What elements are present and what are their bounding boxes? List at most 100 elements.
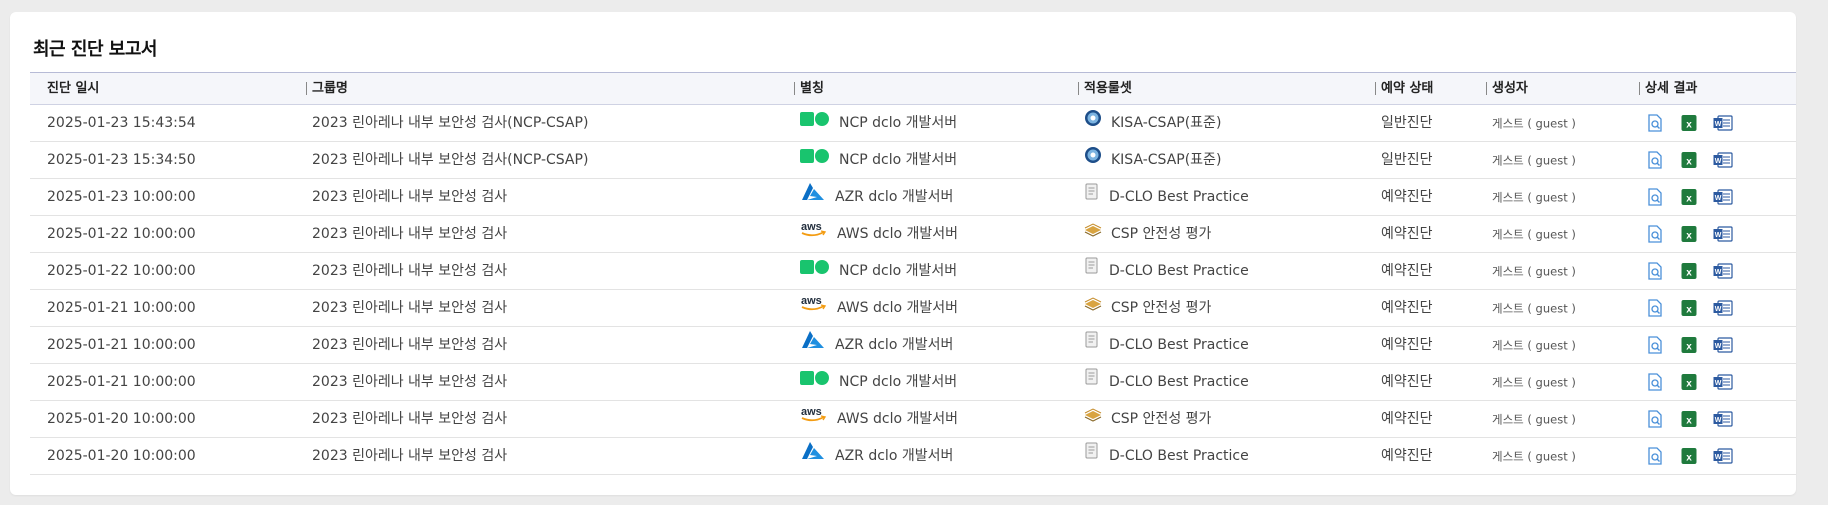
excel-icon[interactable]: x xyxy=(1679,224,1699,244)
view-report-icon[interactable] xyxy=(1645,150,1665,170)
ruleset: KISA-CSAP(표준) xyxy=(1084,105,1221,141)
alias: NCP dclo 개발서버 xyxy=(800,364,957,400)
view-report-icon[interactable] xyxy=(1645,261,1665,281)
word-icon[interactable]: W xyxy=(1713,446,1733,466)
reservation-status: 예약진단 xyxy=(1381,263,1433,279)
word-icon[interactable]: W xyxy=(1713,224,1733,244)
view-report-icon[interactable] xyxy=(1645,372,1665,392)
view-report-icon[interactable] xyxy=(1645,446,1665,466)
svg-text:W: W xyxy=(1715,269,1722,276)
column-divider xyxy=(1375,82,1376,95)
excel-icon[interactable]: x xyxy=(1679,298,1699,318)
word-icon[interactable]: W xyxy=(1713,261,1733,281)
reservation-status: 예약진단 xyxy=(1381,337,1433,353)
column-header-alias[interactable]: 별칭 xyxy=(794,73,824,104)
group-name: 2023 린아레나 내부 보안성 검사 xyxy=(312,300,508,316)
word-icon[interactable]: W xyxy=(1713,113,1733,133)
word-icon[interactable]: W xyxy=(1713,335,1733,355)
excel-icon[interactable]: x xyxy=(1679,335,1699,355)
group-name: 2023 린아레나 내부 보안성 검사 xyxy=(312,263,508,279)
view-report-icon[interactable] xyxy=(1645,113,1665,133)
alias: AZR dclo 개발서버 xyxy=(800,438,953,474)
word-icon[interactable]: W xyxy=(1713,409,1733,429)
view-report-icon[interactable] xyxy=(1645,187,1665,207)
column-divider xyxy=(1486,82,1487,95)
alias: NCP dclo 개발서버 xyxy=(800,253,957,289)
table-row[interactable]: 2025-01-23 15:43:54 2023 린아레나 내부 보안성 검사(… xyxy=(30,105,1796,142)
group-name: 2023 린아레나 내부 보안성 검사 xyxy=(312,337,508,353)
creator: 게스트 ( guest ) xyxy=(1492,412,1576,427)
column-divider xyxy=(1639,82,1640,95)
detail-actions: xW xyxy=(1645,142,1733,178)
excel-icon[interactable]: x xyxy=(1679,150,1699,170)
svg-text:W: W xyxy=(1715,343,1722,350)
svg-text:x: x xyxy=(1686,379,1692,390)
document-icon xyxy=(1084,438,1100,474)
alias: AZR dclo 개발서버 xyxy=(800,327,953,363)
table-row[interactable]: 2025-01-23 10:00:00 2023 린아레나 내부 보안성 검사 … xyxy=(30,179,1796,216)
ncp-logo-icon xyxy=(800,105,830,141)
table-row[interactable]: 2025-01-21 10:00:00 2023 린아레나 내부 보안성 검사 … xyxy=(30,327,1796,364)
reservation-status: 예약진단 xyxy=(1381,300,1433,316)
word-icon[interactable]: W xyxy=(1713,372,1733,392)
svg-text:aws: aws xyxy=(801,295,822,307)
ruleset: D-CLO Best Practice xyxy=(1084,327,1249,363)
view-report-icon[interactable] xyxy=(1645,335,1665,355)
layers-icon xyxy=(1084,401,1102,437)
view-report-icon[interactable] xyxy=(1645,409,1665,429)
table-row[interactable]: 2025-01-23 15:34:50 2023 린아레나 내부 보안성 검사(… xyxy=(30,142,1796,179)
column-header-date[interactable]: 진단 일시 xyxy=(47,73,99,104)
alias: AZR dclo 개발서버 xyxy=(800,179,953,215)
alias: NCP dclo 개발서버 xyxy=(800,142,957,178)
reservation-status: 예약진단 xyxy=(1381,226,1433,242)
ruleset: D-CLO Best Practice xyxy=(1084,179,1249,215)
ruleset: D-CLO Best Practice xyxy=(1084,438,1249,474)
detail-actions: xW xyxy=(1645,290,1733,326)
reports-table: 진단 일시 그룹명 별칭 적용룰셋 예약 상태 생성자 상세 결과 2025-0… xyxy=(30,72,1796,475)
table-row[interactable]: 2025-01-20 10:00:00 2023 린아레나 내부 보안성 검사 … xyxy=(30,438,1796,475)
ruleset: CSP 안전성 평가 xyxy=(1084,216,1211,252)
diagnosis-datetime: 2025-01-23 10:00:00 xyxy=(47,189,196,205)
diagnosis-datetime: 2025-01-22 10:00:00 xyxy=(47,263,196,279)
reservation-status: 예약진단 xyxy=(1381,448,1433,464)
excel-icon[interactable]: x xyxy=(1679,446,1699,466)
word-icon[interactable]: W xyxy=(1713,298,1733,318)
excel-icon[interactable]: x xyxy=(1679,261,1699,281)
table-row[interactable]: 2025-01-21 10:00:00 2023 린아레나 내부 보안성 검사 … xyxy=(30,290,1796,327)
svg-text:x: x xyxy=(1686,157,1692,168)
table-row[interactable]: 2025-01-21 10:00:00 2023 린아레나 내부 보안성 검사 … xyxy=(30,364,1796,401)
kisa-emblem-icon xyxy=(1084,105,1102,141)
svg-text:x: x xyxy=(1686,305,1692,316)
diagnosis-datetime: 2025-01-21 10:00:00 xyxy=(47,300,196,316)
detail-actions: xW xyxy=(1645,105,1733,141)
view-report-icon[interactable] xyxy=(1645,298,1665,318)
column-header-group[interactable]: 그룹명 xyxy=(306,73,348,104)
view-report-icon[interactable] xyxy=(1645,224,1665,244)
reservation-status: 예약진단 xyxy=(1381,189,1433,205)
ruleset: D-CLO Best Practice xyxy=(1084,364,1249,400)
column-header-status[interactable]: 예약 상태 xyxy=(1375,73,1433,104)
column-header-ruleset[interactable]: 적용룰셋 xyxy=(1078,73,1132,104)
ruleset: KISA-CSAP(표준) xyxy=(1084,142,1221,178)
word-icon[interactable]: W xyxy=(1713,187,1733,207)
group-name: 2023 린아레나 내부 보안성 검사 xyxy=(312,189,508,205)
excel-icon[interactable]: x xyxy=(1679,372,1699,392)
svg-text:W: W xyxy=(1715,121,1722,128)
excel-icon[interactable]: x xyxy=(1679,187,1699,207)
table-row[interactable]: 2025-01-22 10:00:00 2023 린아레나 내부 보안성 검사 … xyxy=(30,216,1796,253)
column-header-creator[interactable]: 생성자 xyxy=(1486,73,1528,104)
diagnosis-datetime: 2025-01-21 10:00:00 xyxy=(47,374,196,390)
svg-text:W: W xyxy=(1715,158,1722,165)
azure-logo-icon xyxy=(800,327,826,363)
excel-icon[interactable]: x xyxy=(1679,113,1699,133)
diagnosis-datetime: 2025-01-21 10:00:00 xyxy=(47,337,196,353)
table-row[interactable]: 2025-01-22 10:00:00 2023 린아레나 내부 보안성 검사 … xyxy=(30,253,1796,290)
aws-logo-icon: aws xyxy=(800,216,828,252)
column-header-detail[interactable]: 상세 결과 xyxy=(1639,73,1697,104)
reservation-status: 예약진단 xyxy=(1381,411,1433,427)
layers-icon xyxy=(1084,216,1102,252)
word-icon[interactable]: W xyxy=(1713,150,1733,170)
svg-text:aws: aws xyxy=(801,406,822,418)
excel-icon[interactable]: x xyxy=(1679,409,1699,429)
table-row[interactable]: 2025-01-20 10:00:00 2023 린아레나 내부 보안성 검사 … xyxy=(30,401,1796,438)
